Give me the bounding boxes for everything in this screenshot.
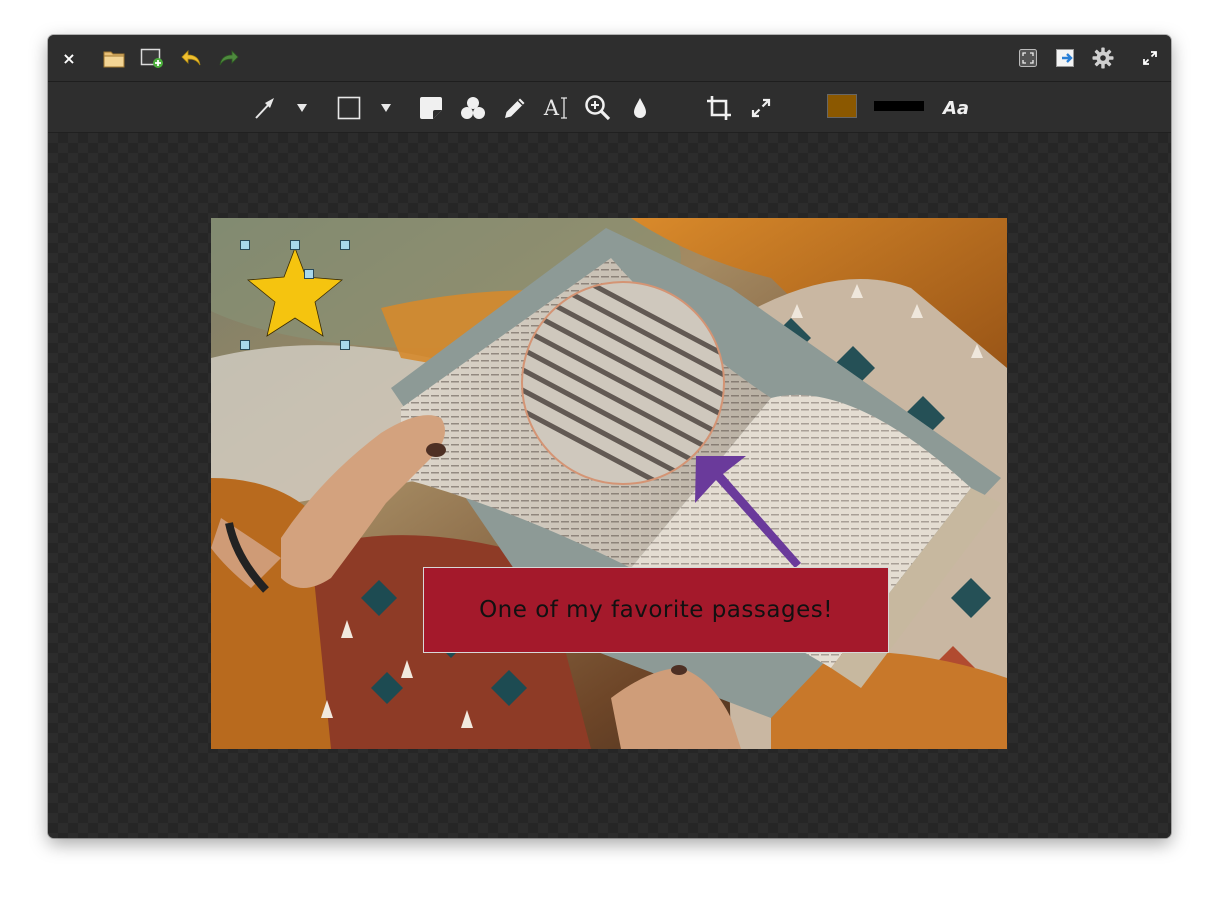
line-width-swatch[interactable] bbox=[873, 99, 925, 113]
sticker-tool-icon[interactable] bbox=[417, 94, 445, 122]
color-swatch[interactable] bbox=[827, 94, 857, 118]
app-window: × A Aa One of my favorite passages! bbox=[48, 35, 1171, 838]
font-style-glyph: Aa bbox=[942, 97, 970, 119]
callout-text[interactable]: One of my favorite passages! bbox=[479, 597, 833, 623]
blur-tool-icon[interactable] bbox=[458, 94, 488, 122]
settings-gear-icon[interactable] bbox=[1091, 46, 1115, 70]
arrow-tool-icon[interactable] bbox=[251, 94, 279, 122]
maximize-icon[interactable] bbox=[1140, 48, 1160, 68]
selection-handle[interactable] bbox=[340, 240, 350, 250]
undo-icon[interactable] bbox=[179, 46, 203, 70]
arrow-options-dropdown[interactable] bbox=[292, 98, 312, 118]
text-tool-glyph: A bbox=[543, 96, 560, 120]
text-callout-box[interactable]: One of my favorite passages! bbox=[423, 567, 889, 653]
resize-tool-icon[interactable] bbox=[748, 94, 774, 122]
selection-handle[interactable] bbox=[240, 240, 250, 250]
crop-tool-icon[interactable] bbox=[705, 94, 733, 122]
text-tool-icon[interactable]: A bbox=[542, 94, 570, 122]
export-icon[interactable] bbox=[1054, 46, 1078, 70]
canvas-area[interactable]: One of my favorite passages! bbox=[48, 133, 1171, 838]
drop-fill-icon[interactable] bbox=[628, 94, 652, 122]
font-style-icon[interactable]: Aa bbox=[942, 95, 970, 121]
close-icon[interactable]: × bbox=[58, 47, 80, 69]
selection-handle[interactable] bbox=[290, 240, 300, 250]
open-folder-icon[interactable] bbox=[102, 46, 126, 70]
title-bar: × bbox=[48, 35, 1171, 82]
line-width-sample bbox=[874, 101, 924, 111]
selection-handle[interactable] bbox=[340, 340, 350, 350]
color-swatch-fill bbox=[827, 94, 857, 118]
redo-icon[interactable] bbox=[217, 46, 241, 70]
screenshot-image[interactable]: One of my favorite passages! bbox=[211, 218, 1007, 749]
selection-handle[interactable] bbox=[240, 340, 250, 350]
fit-screen-icon[interactable] bbox=[1016, 47, 1040, 69]
pen-tool-icon[interactable] bbox=[501, 94, 529, 122]
annotation-toolbar: A Aa bbox=[48, 82, 1171, 133]
shape-options-dropdown[interactable] bbox=[376, 98, 396, 118]
book-photo bbox=[211, 218, 1007, 749]
magnify-tool-icon[interactable] bbox=[584, 94, 612, 122]
new-capture-icon[interactable] bbox=[140, 46, 164, 70]
selection-handle[interactable] bbox=[304, 269, 314, 279]
rectangle-tool-icon[interactable] bbox=[335, 94, 363, 122]
